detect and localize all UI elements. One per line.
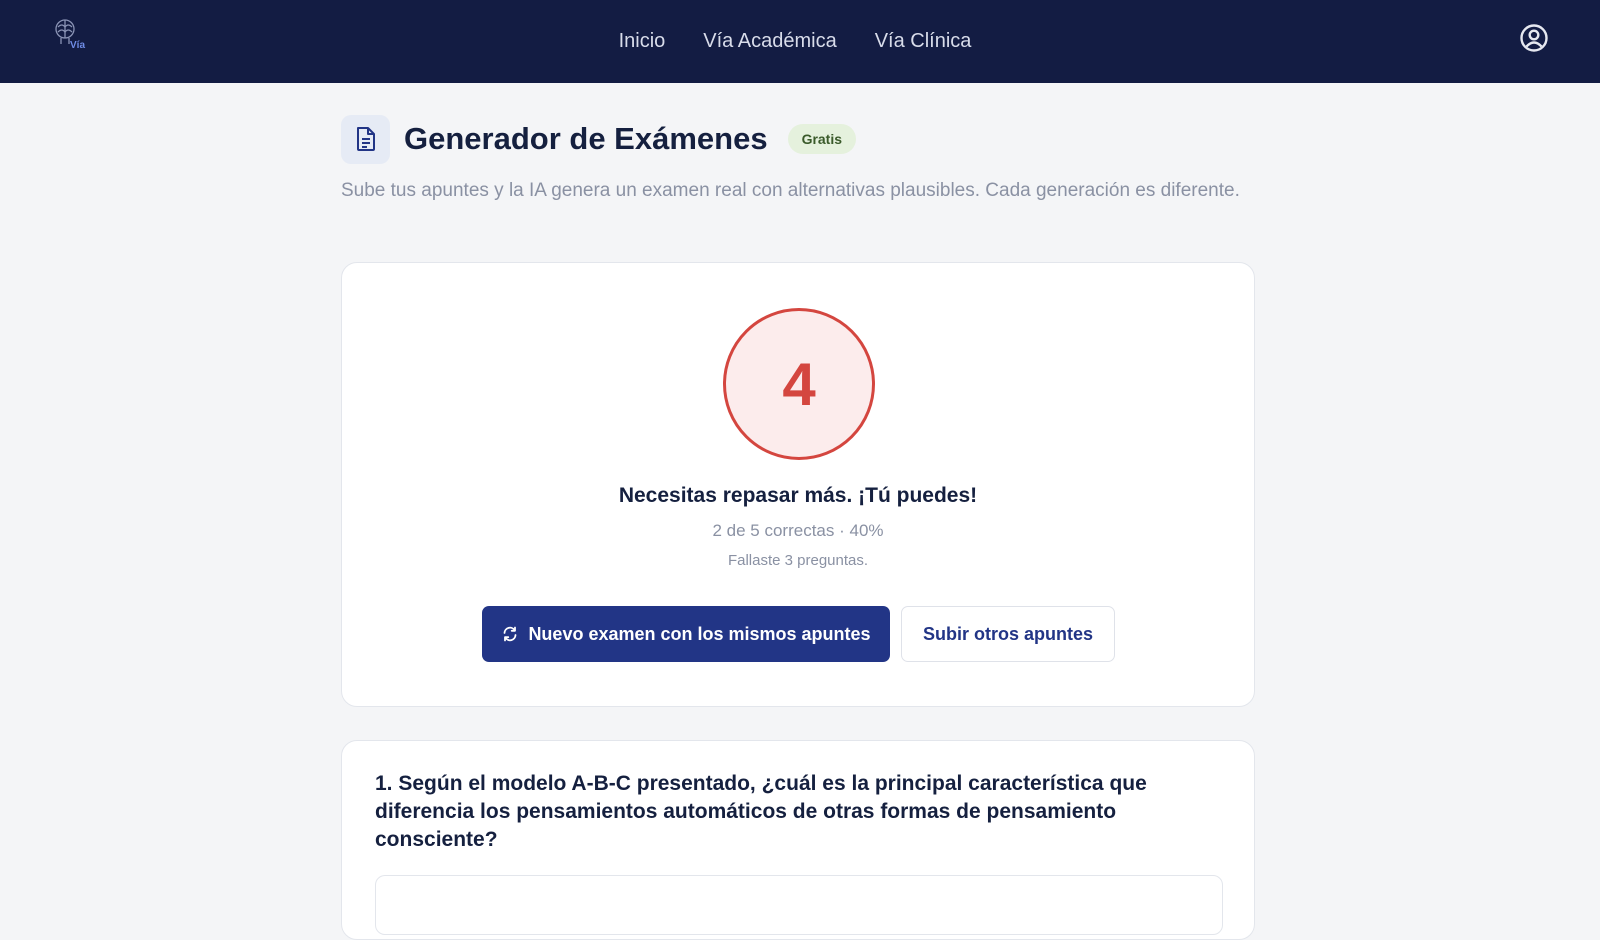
title-row: Generador de Exámenes Gratis [341, 114, 1255, 164]
nav-via-academica[interactable]: Vía Académica [703, 30, 836, 53]
answer-option[interactable] [375, 875, 1223, 935]
nav-inicio[interactable]: Inicio [619, 30, 666, 53]
top-navigation-bar: Vía Inicio Vía Académica Vía Clínica [0, 0, 1600, 83]
new-exam-label: Nuevo examen con los mismos apuntes [528, 623, 871, 644]
result-card: 4 Necesitas repasar más. ¡Tú puedes! 2 d… [341, 262, 1255, 707]
page-subtitle: Sube tus apuntes y la IA genera un exame… [341, 180, 1240, 201]
refresh-icon [504, 626, 517, 642]
nav-via-clinica[interactable]: Vía Clínica [875, 30, 972, 53]
page-header: Generador de Exámenes Gratis Sube tus ap… [341, 114, 1255, 204]
upload-other-notes-button[interactable]: Subir otros apuntes [901, 606, 1115, 662]
user-account-icon[interactable] [1519, 23, 1549, 53]
score-circle: 4 [723, 308, 875, 460]
page-title: Generador de Exámenes [404, 121, 768, 156]
document-icon [356, 127, 375, 151]
document-icon-badge [341, 114, 390, 164]
main-nav: Inicio Vía Académica Vía Clínica [0, 0, 1600, 83]
result-note: Fallaste 3 preguntas. [727, 552, 869, 569]
score-value: 4 [782, 350, 816, 418]
result-message: Necesitas repasar más. ¡Tú puedes! [618, 484, 978, 507]
new-exam-button[interactable]: Nuevo examen con los mismos apuntes [482, 606, 890, 662]
result-stats: 2 de 5 correctas · 40% [712, 521, 884, 540]
question-card: 1. Según el modelo A-B-C presentado, ¿cu… [341, 740, 1255, 940]
question-text: 1. Según el modelo A-B-C presentado, ¿cu… [375, 772, 1147, 851]
free-badge: Gratis [787, 124, 857, 154]
